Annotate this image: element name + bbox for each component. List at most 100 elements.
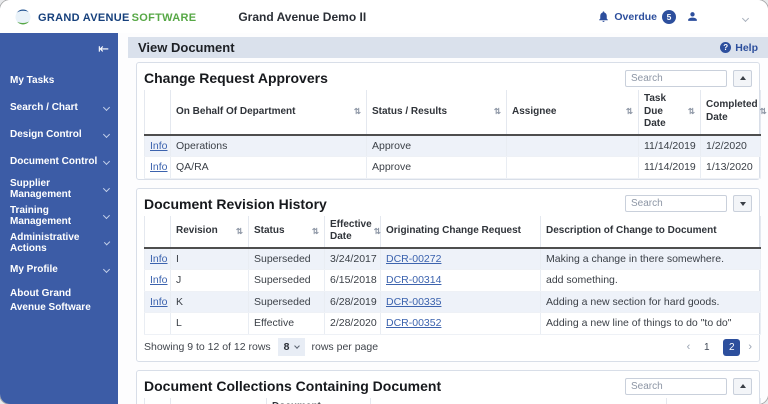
cell-status: Superseded: [248, 269, 325, 292]
column-header[interactable]: Originating Change Request: [380, 215, 541, 249]
cell-description: Adding a new line of things to do "to do…: [540, 312, 761, 336]
user-menu-chevron-down-icon[interactable]: [741, 8, 750, 26]
sort-icon[interactable]: ⇅: [236, 226, 243, 237]
sort-icon[interactable]: ⇅: [354, 106, 361, 117]
dcr-link[interactable]: DCR-00272: [386, 253, 441, 265]
sidebar-item-administrative-actions[interactable]: Administrative Actions: [0, 229, 118, 256]
column-header[interactable]: Owner⇅: [666, 398, 761, 404]
dcr-link[interactable]: DCR-00352: [386, 317, 441, 329]
revisions-search-input[interactable]: [625, 195, 727, 213]
overdue-count-badge[interactable]: 5: [662, 9, 676, 24]
chevron-down-icon: [102, 157, 111, 166]
cell-effective-date: 6/15/2018: [324, 269, 381, 292]
page-1-button[interactable]: 1: [698, 339, 715, 356]
info-link[interactable]: Info: [150, 161, 168, 173]
main-area: View Document ? Help Change Request Appr…: [118, 33, 768, 404]
info-link[interactable]: Info: [150, 296, 168, 308]
column-header[interactable]: Name: [170, 398, 267, 404]
cell-description: Making a change in there somewhere.: [540, 247, 761, 271]
table-row: L Effective 2/28/2020 DCR-00352 Adding a…: [144, 312, 761, 336]
cell-completed-date: 1/13/2020: [700, 156, 761, 179]
column-header[interactable]: Document Collection Type⇅: [266, 398, 371, 404]
sidebar-item-document-control[interactable]: Document Control: [0, 148, 118, 175]
cell-assignee: [506, 156, 639, 179]
cell-status: Approve: [366, 156, 507, 179]
help-icon: ?: [720, 42, 732, 53]
sidebar-item-training-management[interactable]: Training Management: [0, 202, 118, 229]
cell-status: Effective: [248, 312, 325, 336]
sidebar-item-my-tasks[interactable]: My Tasks: [0, 67, 118, 94]
approvers-table: On Behalf Of Department ⇅ Status / Result…: [144, 90, 767, 179]
cell-revision: L: [170, 312, 249, 336]
sort-icon[interactable]: ⇅: [688, 106, 695, 117]
column-header[interactable]: On Behalf Of Department ⇅: [170, 90, 367, 135]
overdue-label[interactable]: Overdue: [614, 11, 657, 23]
sidebar-item-about[interactable]: About Grand Avenue Software: [0, 283, 118, 320]
dcr-link[interactable]: DCR-00314: [386, 274, 441, 286]
column-header[interactable]: Description of Change to Document: [540, 215, 761, 249]
info-column-header: [144, 90, 171, 135]
sidebar-item-supplier-management[interactable]: Supplier Management: [0, 175, 118, 202]
dcr-link[interactable]: DCR-00335: [386, 296, 441, 308]
info-link[interactable]: Info: [150, 274, 168, 286]
sort-icon[interactable]: ⇅: [374, 226, 381, 237]
help-link[interactable]: ? Help: [720, 42, 758, 54]
cell-assignee: [506, 134, 639, 158]
cell-department: Operations: [170, 134, 367, 158]
sort-icon[interactable]: ⇅: [626, 106, 633, 117]
user-icon[interactable]: [686, 10, 699, 23]
document-collections-card: Document Collections Containing Document…: [136, 370, 761, 404]
table-row: Info K Superseded 6/28/2019 DCR-00335 Ad…: [144, 291, 761, 314]
info-column-header: [144, 215, 171, 249]
brand[interactable]: GRAND AVENUE SOFTWARE: [14, 8, 196, 26]
sidebar-item-design-control[interactable]: Design Control: [0, 121, 118, 148]
collapse-up-icon: [739, 76, 746, 80]
approvers-search-input[interactable]: [625, 69, 727, 87]
cell-revision: I: [170, 247, 249, 271]
column-header[interactable]: Task Due Date ⇅: [638, 90, 701, 135]
sidebar-collapse-icon[interactable]: ⇤: [98, 42, 109, 55]
page-2-button[interactable]: 2: [723, 338, 741, 356]
cell-status: Superseded: [248, 291, 325, 314]
column-header[interactable]: Status ⇅: [248, 215, 325, 249]
cell-revision: K: [170, 291, 249, 314]
table-row: Info J Superseded 6/15/2018 DCR-00314 ad…: [144, 269, 761, 292]
approvers-collapse-button[interactable]: [733, 69, 752, 87]
sidebar-item-my-profile[interactable]: My Profile: [0, 256, 118, 283]
next-page-button[interactable]: ›: [748, 341, 752, 353]
cell-effective-date: 3/24/2017: [324, 247, 381, 271]
sort-icon[interactable]: ⇅: [760, 106, 767, 117]
column-header[interactable]: Completed Date ⇅: [700, 90, 767, 135]
app-title: Grand Avenue Demo II: [238, 9, 367, 24]
rows-per-page-dropdown[interactable]: 8: [277, 338, 305, 357]
sort-icon[interactable]: ⇅: [494, 106, 501, 117]
collections-collapse-button[interactable]: [733, 377, 752, 395]
collections-search-input[interactable]: [625, 377, 727, 395]
cell-effective-date: 6/28/2019: [324, 291, 381, 314]
pager: ‹ 1 2 ›: [687, 338, 752, 356]
pagination-bar: Showing 9 to 12 of 12 rows 8 rows per pa…: [144, 335, 752, 361]
info-link[interactable]: Info: [150, 140, 168, 152]
chevron-down-icon: [102, 103, 111, 112]
collapse-up-icon: [739, 384, 746, 389]
info-column-header: [144, 398, 171, 404]
page-title: View Document: [138, 40, 235, 55]
bell-icon[interactable]: [597, 10, 610, 23]
info-link[interactable]: Info: [150, 253, 168, 265]
column-header[interactable]: Status / Results ⇅: [366, 90, 507, 135]
sort-icon[interactable]: ⇅: [312, 226, 319, 237]
pagination-summary: Showing 9 to 12 of 12 rows: [144, 341, 271, 354]
revisions-collapse-button[interactable]: [733, 195, 752, 213]
column-header[interactable]: Assignee ⇅: [506, 90, 639, 135]
column-header[interactable]: Description⇅: [370, 398, 667, 404]
column-header[interactable]: Effective Date ⇅: [324, 215, 381, 249]
grand-avenue-logo-icon: [15, 9, 31, 24]
previous-page-button[interactable]: ‹: [687, 341, 691, 353]
section-title: Document Revision History: [144, 195, 327, 212]
chevron-down-icon: [293, 343, 300, 349]
cell-revision: J: [170, 269, 249, 292]
cell-description: add something.: [540, 269, 761, 292]
column-header[interactable]: Revision ⇅: [170, 215, 249, 249]
sidebar-item-search-chart[interactable]: Search / Chart: [0, 94, 118, 121]
cell-status: Approve: [366, 134, 507, 158]
